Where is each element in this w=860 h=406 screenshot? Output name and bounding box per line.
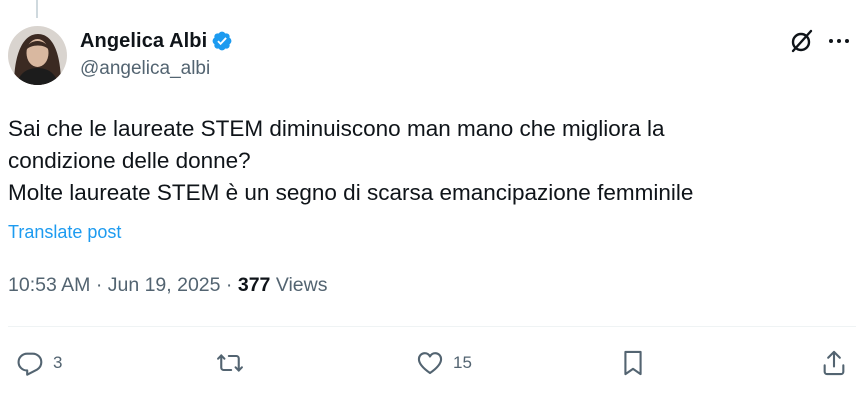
- name-row: Angelica Albi: [80, 28, 233, 54]
- like-icon: [417, 352, 443, 375]
- reply-icon: [17, 352, 43, 376]
- post-meta: 10:53 AM · Jun 19, 2025 · 377 Views: [8, 274, 327, 297]
- views-label: Views: [275, 274, 328, 296]
- more-icon[interactable]: [826, 28, 852, 54]
- verified-badge-icon: [212, 31, 232, 51]
- user-info: Angelica Albi @angelica_albi: [80, 28, 233, 80]
- action-bar: 3 15: [0, 343, 860, 383]
- like-button[interactable]: 15: [416, 343, 472, 383]
- post-date[interactable]: Jun 19, 2025: [108, 274, 221, 296]
- post-text-line: Sai che le laureate STEM diminuiscono ma…: [8, 116, 665, 141]
- avatar[interactable]: [8, 26, 67, 85]
- meta-separator: ·: [225, 274, 238, 296]
- post-text: Sai che le laureate STEM diminuiscono ma…: [8, 113, 848, 209]
- post-text-line: condizione delle donne?: [8, 148, 251, 173]
- post-header: Angelica Albi @angelica_albi: [8, 26, 856, 88]
- thread-connector-line: [36, 0, 38, 18]
- bookmark-button[interactable]: [619, 343, 647, 383]
- divider: [8, 326, 856, 327]
- repost-button[interactable]: [216, 343, 244, 383]
- user-handle[interactable]: @angelica_albi: [80, 58, 233, 80]
- reply-button[interactable]: 3: [16, 343, 62, 383]
- like-count: 15: [453, 353, 472, 372]
- grok-icon[interactable]: [789, 28, 815, 54]
- post-text-line: Molte laureate STEM è un segno di scarsa…: [8, 180, 694, 205]
- translate-post-link[interactable]: Translate post: [8, 222, 121, 243]
- reply-count: 3: [53, 353, 63, 372]
- share-icon: [823, 350, 845, 376]
- display-name[interactable]: Angelica Albi: [80, 30, 207, 53]
- views-count: 377: [237, 274, 271, 296]
- repost-icon: [217, 354, 243, 372]
- share-button[interactable]: [820, 343, 848, 383]
- bookmark-icon: [624, 350, 642, 376]
- post-time[interactable]: 10:53 AM: [8, 274, 90, 296]
- meta-separator: ·: [95, 274, 108, 296]
